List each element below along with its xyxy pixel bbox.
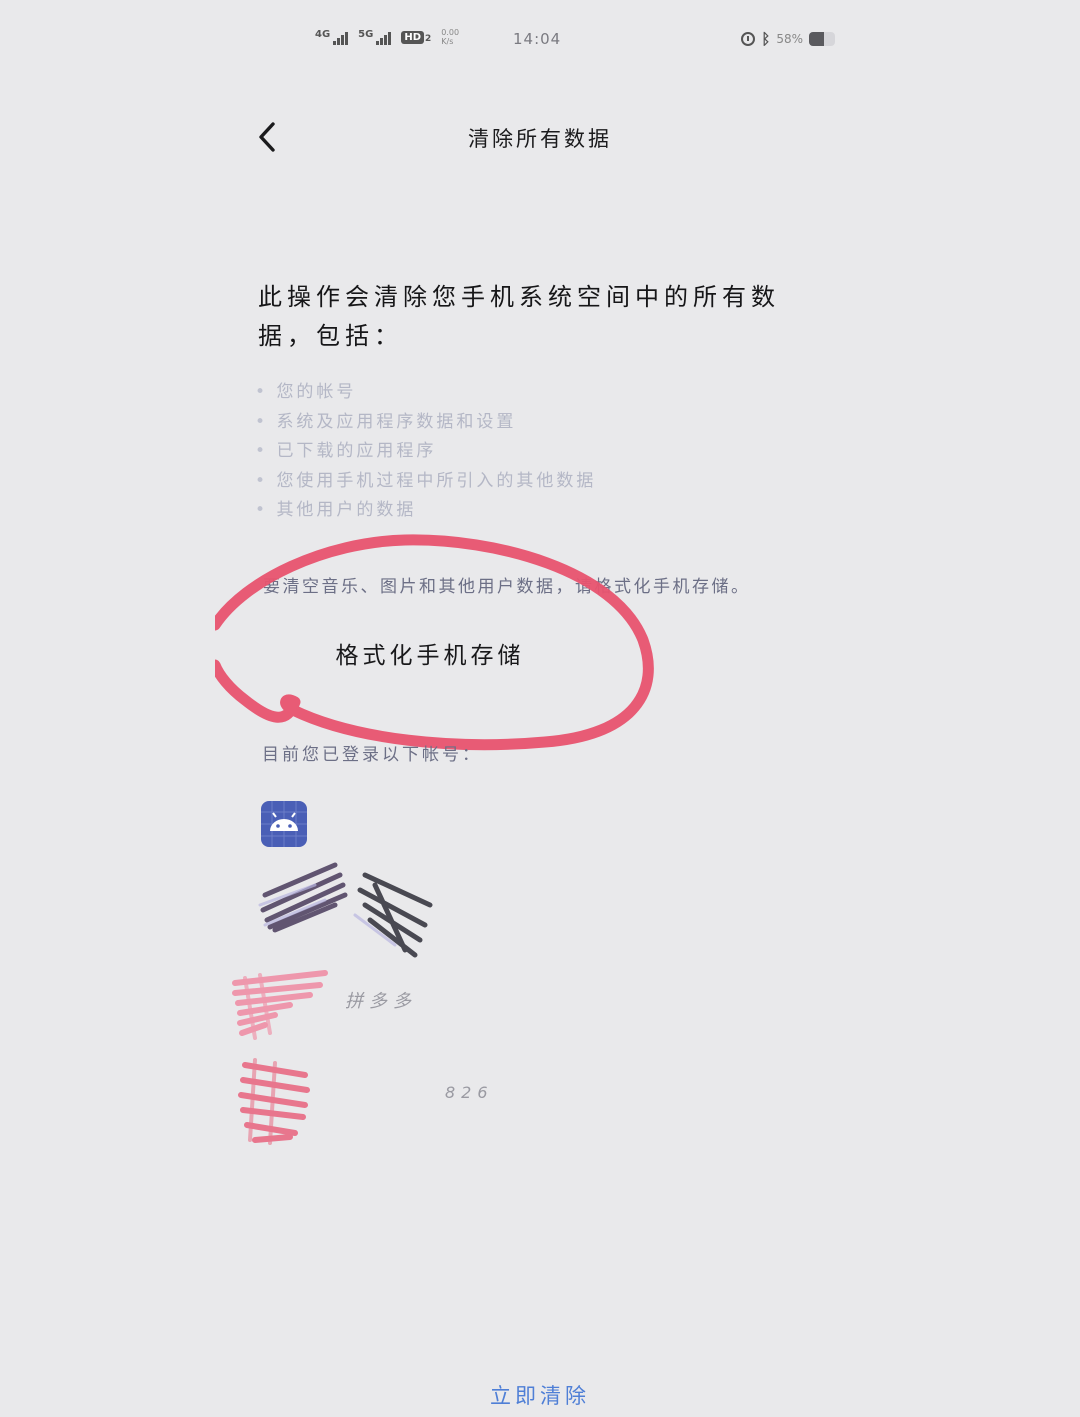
- network-speed: 0.00 K/s: [441, 28, 459, 46]
- hd-sub: 2: [425, 33, 432, 44]
- format-note: 要清空音乐、图片和其他用户数据，请格式化手机存储。: [263, 577, 751, 597]
- android-icon: [261, 801, 307, 847]
- accounts-label: 目前您已登录以下帐号：: [262, 745, 482, 765]
- battery-icon: [809, 32, 835, 46]
- signal-bar-icon: [337, 38, 341, 45]
- list-item: 其他用户的数据: [255, 496, 596, 526]
- scribble-redaction: [258, 862, 433, 958]
- status-time: 14:04: [513, 30, 562, 48]
- signal-bar-icon: [341, 35, 345, 45]
- signal-bar-icon: [380, 38, 384, 45]
- status-bar-left: 4G 5G HD 2 0.00 K/s: [315, 28, 459, 46]
- network-label: 5G: [358, 29, 374, 40]
- page-header: 清除所有数据: [215, 105, 865, 169]
- battery-percent: 58%: [776, 32, 803, 46]
- signal-5g: 5G: [358, 29, 392, 45]
- network-label: 4G: [315, 29, 331, 40]
- hd-badge: HD 2: [401, 30, 432, 44]
- phone-screen: 4G 5G HD 2 0.00 K/s 14:04 ᛒ 58% 清除所有数据 此…: [215, 0, 865, 1417]
- signal-4g: 4G: [315, 29, 349, 45]
- intro-text: 此操作会清除您手机系统空间中的所有数据，包括：: [258, 283, 780, 350]
- signal-bar-icon: [388, 32, 392, 45]
- signal-bar-icon: [376, 41, 380, 45]
- scribble-redaction: [232, 970, 328, 1040]
- format-storage-button[interactable]: 格式化手机存储: [310, 630, 550, 676]
- account-id: 826: [445, 1083, 494, 1102]
- status-bar-right: ᛒ 58%: [741, 30, 835, 48]
- signal-bar-icon: [384, 35, 388, 45]
- speed-value: 0.00: [441, 28, 460, 37]
- signal-bar-icon: [345, 32, 349, 45]
- list-item: 已下载的应用程序: [255, 437, 596, 467]
- alarm-icon: [741, 32, 756, 46]
- list-item: 系统及应用程序数据和设置: [255, 408, 596, 438]
- bluetooth-icon: ᛒ: [761, 30, 771, 48]
- speed-unit: K/s: [441, 37, 454, 46]
- data-list: 您的帐号 系统及应用程序数据和设置 已下载的应用程序 您使用手机过程中所引入的其…: [255, 378, 596, 526]
- hd-label: HD: [401, 30, 425, 44]
- status-bar: 4G 5G HD 2 0.00 K/s 14:04 ᛒ 58%: [315, 28, 835, 54]
- battery-level-fill: [809, 32, 825, 46]
- clear-now-button[interactable]: 立即清除: [215, 1380, 865, 1410]
- android-icon-graphic: [261, 801, 307, 847]
- signal-bar-icon: [333, 41, 337, 45]
- page-title: 清除所有数据: [468, 127, 612, 151]
- account-name: 拼多多: [345, 991, 417, 1012]
- scribble-redaction: [238, 1058, 310, 1145]
- list-item: 您使用手机过程中所引入的其他数据: [255, 467, 596, 497]
- list-item: 您的帐号: [255, 378, 596, 408]
